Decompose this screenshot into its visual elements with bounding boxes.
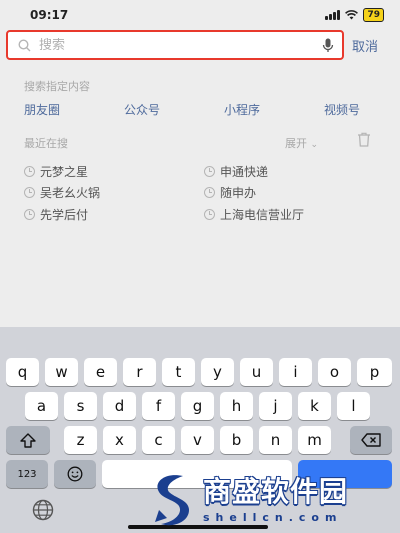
- trash-icon[interactable]: [357, 132, 371, 147]
- history-item-label: 申通快递: [220, 165, 269, 179]
- expand-button[interactable]: 展开 ⌄: [285, 135, 318, 151]
- clock-icon: [204, 187, 215, 198]
- backspace-key[interactable]: [350, 426, 392, 454]
- microphone-icon[interactable]: [322, 38, 334, 53]
- numbers-key[interactable]: 123: [6, 460, 48, 488]
- category-official-accounts[interactable]: 公众号: [124, 101, 160, 118]
- status-icons: 79: [325, 8, 384, 22]
- watermark-brand: 商盛软件园: [203, 475, 349, 508]
- wifi-icon: [345, 10, 359, 20]
- history-item[interactable]: 上海电信营业厅: [204, 206, 304, 223]
- clock-icon: [204, 166, 215, 177]
- status-bar: 09:17 79: [0, 0, 400, 30]
- key-c[interactable]: c: [142, 426, 175, 454]
- specify-section-title: 搜索指定内容: [24, 80, 90, 93]
- history-item-label: 吴老幺火锅: [40, 186, 101, 200]
- key-e[interactable]: e: [84, 358, 117, 386]
- search-input[interactable]: [39, 37, 322, 53]
- history-item-label: 先学后付: [40, 208, 89, 222]
- search-icon: [18, 38, 31, 51]
- clock-icon: [24, 166, 35, 177]
- history-item[interactable]: 吴老幺火锅: [24, 184, 100, 201]
- key-i[interactable]: i: [279, 358, 312, 386]
- expand-label: 展开: [285, 137, 307, 150]
- cancel-button[interactable]: 取消: [352, 36, 378, 55]
- history-item[interactable]: 申通快递: [204, 163, 268, 180]
- key-h[interactable]: h: [220, 392, 253, 420]
- signal-icon: [325, 10, 341, 20]
- watermark-domain: shellcn.com: [203, 511, 343, 524]
- key-m[interactable]: m: [298, 426, 331, 454]
- history-item-label: 元梦之星: [40, 165, 89, 179]
- key-r[interactable]: r: [123, 358, 156, 386]
- history-item-label: 上海电信营业厅: [220, 208, 305, 222]
- key-v[interactable]: v: [181, 426, 214, 454]
- status-time: 09:17: [30, 8, 69, 22]
- key-s[interactable]: s: [64, 392, 97, 420]
- key-j[interactable]: j: [259, 392, 292, 420]
- search-row: 取消: [0, 28, 400, 62]
- key-b[interactable]: b: [220, 426, 253, 454]
- key-d[interactable]: d: [103, 392, 136, 420]
- key-l[interactable]: l: [337, 392, 370, 420]
- key-y[interactable]: y: [201, 358, 234, 386]
- search-box[interactable]: [6, 30, 344, 60]
- key-u[interactable]: u: [240, 358, 273, 386]
- category-channels[interactable]: 视频号: [324, 101, 360, 118]
- watermark: 商盛软件园 shellcn.com: [145, 466, 400, 533]
- recent-section-title: 最近在搜: [24, 137, 68, 150]
- category-moments[interactable]: 朋友圈: [24, 101, 60, 118]
- chevron-down-icon: ⌄: [310, 140, 319, 150]
- key-z[interactable]: z: [64, 426, 97, 454]
- key-x[interactable]: x: [103, 426, 136, 454]
- history-item-label: 随申办: [220, 186, 257, 200]
- globe-icon[interactable]: [32, 499, 54, 521]
- key-w[interactable]: w: [45, 358, 78, 386]
- watermark-logo-icon: [155, 474, 189, 525]
- watermark-text: 商盛软件园 shellcn.com: [203, 475, 348, 524]
- clock-icon: [204, 209, 215, 220]
- history-item[interactable]: 先学后付: [24, 206, 88, 223]
- history-item[interactable]: 随申办: [204, 184, 256, 201]
- battery-indicator: 79: [363, 8, 384, 22]
- key-g[interactable]: g: [181, 392, 214, 420]
- clock-icon: [24, 187, 35, 198]
- key-q[interactable]: q: [6, 358, 39, 386]
- shift-key[interactable]: [6, 426, 50, 454]
- key-o[interactable]: o: [318, 358, 351, 386]
- history-item[interactable]: 元梦之星: [24, 163, 88, 180]
- category-list: 朋友圈 公众号 小程序 视频号: [0, 101, 400, 119]
- key-a[interactable]: a: [25, 392, 58, 420]
- key-k[interactable]: k: [298, 392, 331, 420]
- key-p[interactable]: p: [357, 358, 392, 386]
- emoji-key[interactable]: [54, 460, 96, 488]
- clock-icon: [24, 209, 35, 220]
- key-f[interactable]: f: [142, 392, 175, 420]
- key-n[interactable]: n: [259, 426, 292, 454]
- shift-icon: [20, 432, 36, 448]
- backspace-icon: [361, 433, 381, 447]
- key-t[interactable]: t: [162, 358, 195, 386]
- category-mini-programs[interactable]: 小程序: [224, 101, 260, 118]
- emoji-icon: [67, 466, 83, 482]
